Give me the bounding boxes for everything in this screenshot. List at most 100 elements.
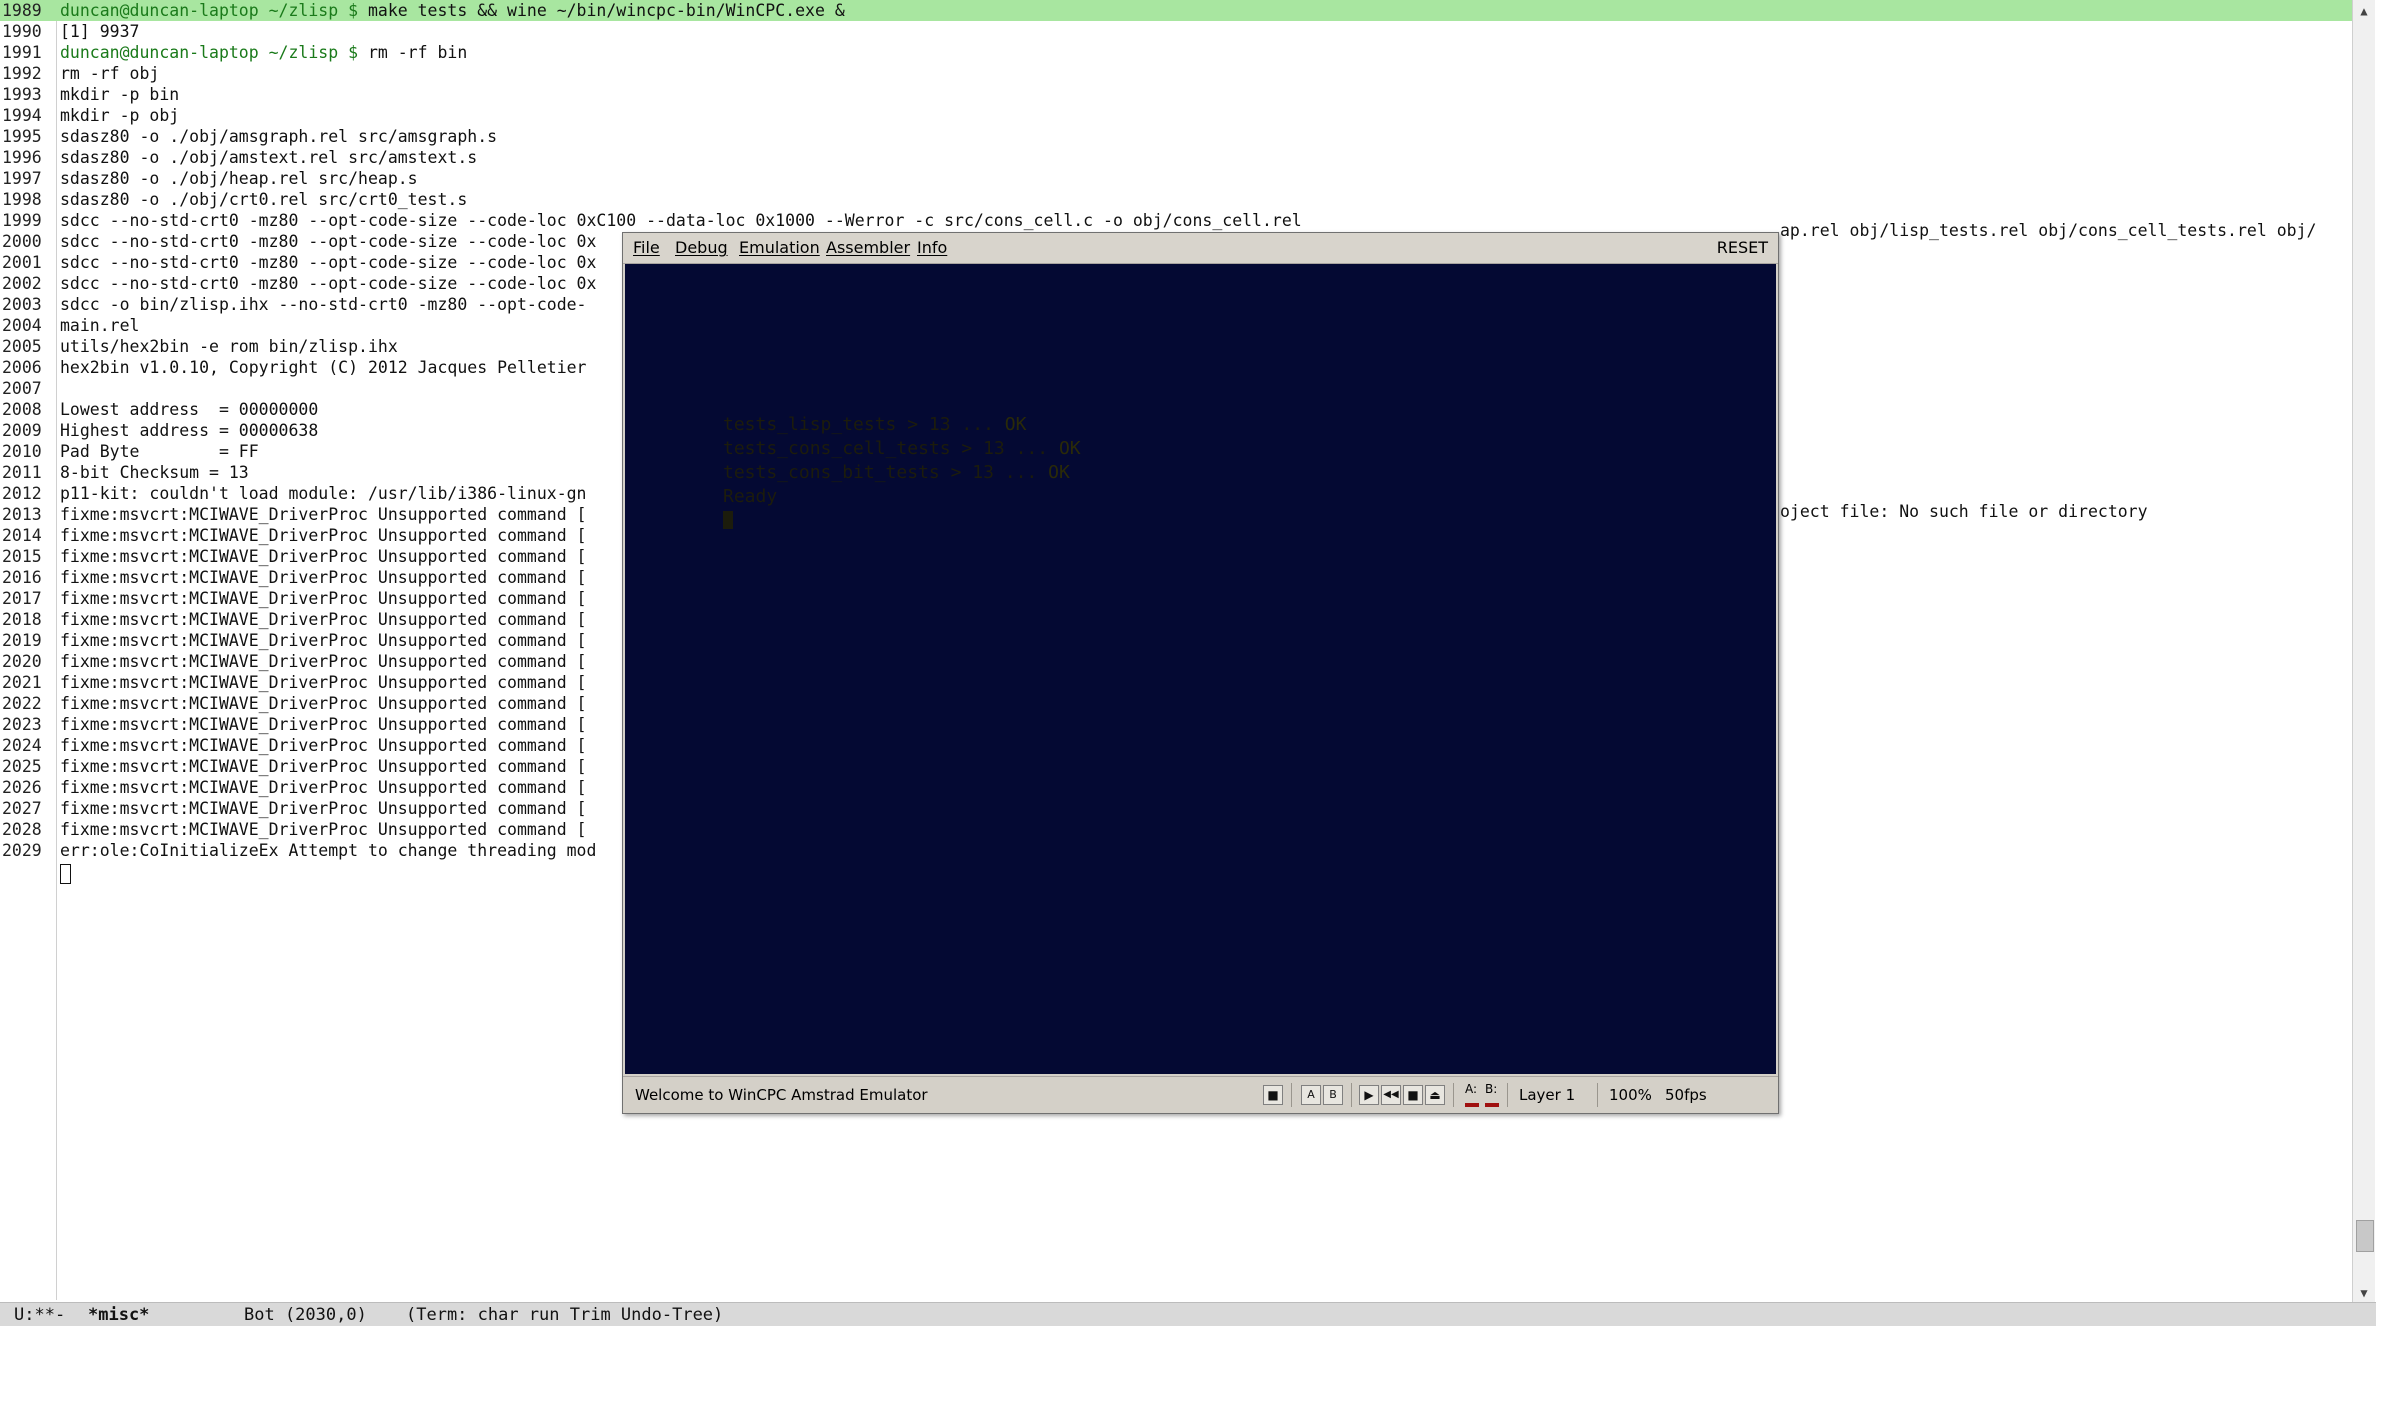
modeline-status: U:**- — [14, 1305, 66, 1325]
line-number: 1996 — [2, 148, 42, 167]
separator — [1291, 1083, 1292, 1107]
line-number: 2026 — [2, 778, 42, 797]
fps-indicator: 50fps — [1665, 1086, 1707, 1104]
menu-file[interactable]: File — [633, 233, 660, 263]
terminal-line-text: main.rel — [60, 316, 140, 335]
terminal-line-text: fixme:msvcrt:MCIWAVE_DriverProc Unsuppor… — [60, 778, 587, 797]
terminal-cursor — [60, 864, 71, 884]
menu-emulation[interactable]: Emulation — [739, 233, 820, 263]
terminal-line: 1996 sdasz80 -o ./obj/amstext.rel src/ams… — [0, 147, 2352, 168]
drive-b-label: B: — [1485, 1082, 1498, 1096]
terminal-line-text: sdasz80 -o ./obj/amstext.rel src/amstext… — [60, 148, 478, 167]
line-number: 1989 — [2, 1, 42, 20]
drive-a-led — [1465, 1103, 1479, 1107]
line-number: 1994 — [2, 106, 42, 125]
line-number: 2003 — [2, 295, 42, 314]
line-number: 1997 — [2, 169, 42, 188]
terminal-line-text: mkdir -p obj — [60, 106, 180, 125]
line-number: 2005 — [2, 337, 42, 356]
line-number: 2008 — [2, 400, 42, 419]
drive-a-label: A: — [1465, 1082, 1478, 1096]
terminal-line-text: sdcc --no-std-crt0 -mz80 --opt-code-size… — [60, 274, 597, 293]
terminal-line-text: sdcc --no-std-crt0 -mz80 --opt-code-size… — [60, 211, 1302, 230]
separator — [1597, 1083, 1598, 1107]
emacs-modeline: U:**- *misc* Bot (2030,0) (Term: char ru… — [0, 1302, 2376, 1327]
line-number: 2013 — [2, 505, 42, 524]
cpc-screen[interactable]: tests_lisp_tests > 13 ... OK tests_cons_… — [625, 264, 1776, 1074]
cpc-cursor — [723, 511, 733, 529]
terminal-line-text: fixme:msvcrt:MCIWAVE_DriverProc Unsuppor… — [60, 673, 587, 692]
line-number: 2006 — [2, 358, 42, 377]
terminal-line-text: fixme:msvcrt:MCIWAVE_DriverProc Unsuppor… — [60, 610, 587, 629]
line-number: 2017 — [2, 589, 42, 608]
minibuffer[interactable] — [0, 1326, 2400, 1344]
terminal-line-text: sdcc -o bin/zlisp.ihx --no-std-crt0 -mz8… — [60, 295, 587, 314]
terminal-line-text: mkdir -p bin — [60, 85, 180, 104]
rewind-icon[interactable]: ◀◀ — [1381, 1085, 1401, 1105]
cpc-output-line: tests_cons_bit_tests > 13 ... OK — [723, 462, 1070, 483]
terminal-line: 1995 sdasz80 -o ./obj/amsgraph.rel src/am… — [0, 126, 2352, 147]
terminal-line: 1991 duncan@duncan-laptop ~/zlisp $ rm -r… — [0, 42, 2352, 63]
terminal-line-text: fixme:msvcrt:MCIWAVE_DriverProc Unsuppor… — [60, 547, 587, 566]
line-number: 1991 — [2, 43, 42, 62]
terminal-line-text: fixme:msvcrt:MCIWAVE_DriverProc Unsuppor… — [60, 589, 587, 608]
terminal-line-text: fixme:msvcrt:MCIWAVE_DriverProc Unsuppor… — [60, 799, 587, 818]
cpc-output-line: tests_cons_cell_tests > 13 ... OK — [723, 438, 1081, 459]
line-number: 2024 — [2, 736, 42, 755]
terminal-line: 1994 mkdir -p obj — [0, 105, 2352, 126]
wincpc-window[interactable]: File Debug Emulation Assembler Info RESE… — [622, 232, 1779, 1114]
line-number: 2007 — [2, 379, 42, 398]
terminal-line-text: fixme:msvcrt:MCIWAVE_DriverProc Unsuppor… — [60, 568, 587, 587]
cpc-ready-prompt: Ready — [723, 486, 778, 507]
scroll-down-arrow-icon[interactable]: ▼ — [2355, 1284, 2373, 1302]
line-number: 2015 — [2, 547, 42, 566]
line-number: 1998 — [2, 190, 42, 209]
line-number: 2011 — [2, 463, 42, 482]
menu-assembler[interactable]: Assembler — [826, 233, 910, 263]
cassette-icon[interactable]: ■ — [1263, 1085, 1283, 1105]
terminal-line-text: Pad Byte = FF — [60, 442, 259, 461]
line-number: 2018 — [2, 610, 42, 629]
terminal-line-text: fixme:msvcrt:MCIWAVE_DriverProc Unsuppor… — [60, 505, 587, 524]
eject-icon[interactable]: ⏏ — [1425, 1085, 1445, 1105]
shell-prompt: duncan@duncan-laptop ~/zlisp $ — [60, 43, 359, 62]
layer-indicator: Layer 1 — [1519, 1086, 1576, 1104]
drive-b-icon[interactable]: B — [1323, 1085, 1343, 1105]
terminal-line-text: 8-bit Checksum = 13 — [60, 463, 249, 482]
play-icon[interactable]: ▶ — [1359, 1085, 1379, 1105]
menu-debug[interactable]: Debug — [675, 233, 728, 263]
line-number: 2029 — [2, 841, 42, 860]
terminal-line-text: fixme:msvcrt:MCIWAVE_DriverProc Unsuppor… — [60, 694, 587, 713]
terminal-line-text: utils/hex2bin -e rom bin/zlisp.ihx — [60, 337, 398, 356]
terminal-line-text: sdcc --no-std-crt0 -mz80 --opt-code-size… — [60, 253, 597, 272]
wincpc-statusbar: Welcome to WinCPC Amstrad Emulator ■ A B… — [623, 1076, 1778, 1113]
zoom-indicator: 100% — [1609, 1086, 1652, 1104]
menu-info[interactable]: Info — [917, 233, 947, 263]
terminal-overflow-2012: oject file: No such file or directory — [1780, 502, 2148, 521]
drive-a-icon[interactable]: A — [1301, 1085, 1321, 1105]
terminal-line-text: fixme:msvcrt:MCIWAVE_DriverProc Unsuppor… — [60, 736, 587, 755]
terminal-line-text: sdcc --no-std-crt0 -mz80 --opt-code-size… — [60, 232, 597, 251]
vertical-scrollbar[interactable]: ▲ ▼ — [2352, 0, 2375, 1306]
modeline-buffer-name[interactable]: *misc* — [88, 1303, 149, 1327]
line-number: 2014 — [2, 526, 42, 545]
line-number: 2000 — [2, 232, 42, 251]
drive-b-led — [1485, 1103, 1499, 1107]
line-number: 2004 — [2, 316, 42, 335]
terminal-line: 1990 [1] 9937 — [0, 21, 2352, 42]
terminal-line-text: fixme:msvcrt:MCIWAVE_DriverProc Unsuppor… — [60, 715, 587, 734]
scroll-up-arrow-icon[interactable]: ▲ — [2355, 2, 2373, 20]
terminal-line: 1989 duncan@duncan-laptop ~/zlisp $ make … — [0, 0, 2352, 21]
terminal-line: 1993 mkdir -p bin — [0, 84, 2352, 105]
reset-button[interactable]: RESET — [1717, 233, 1768, 263]
stop-icon[interactable]: ■ — [1403, 1085, 1423, 1105]
scrollbar-thumb[interactable] — [2356, 1220, 2374, 1252]
shell-command: make tests && wine ~/bin/wincpc-bin/WinC… — [358, 1, 845, 20]
modeline-modes[interactable]: (Term: char run Trim Undo-Tree) — [406, 1303, 723, 1327]
terminal-line-text: Highest address = 00000638 — [60, 421, 319, 440]
terminal-line-text: fixme:msvcrt:MCIWAVE_DriverProc Unsuppor… — [60, 652, 587, 671]
terminal-line-text: fixme:msvcrt:MCIWAVE_DriverProc Unsuppor… — [60, 526, 587, 545]
status-welcome-text: Welcome to WinCPC Amstrad Emulator — [635, 1086, 928, 1104]
line-number: 2023 — [2, 715, 42, 734]
terminal-line-text: [1] 9937 — [60, 22, 140, 41]
